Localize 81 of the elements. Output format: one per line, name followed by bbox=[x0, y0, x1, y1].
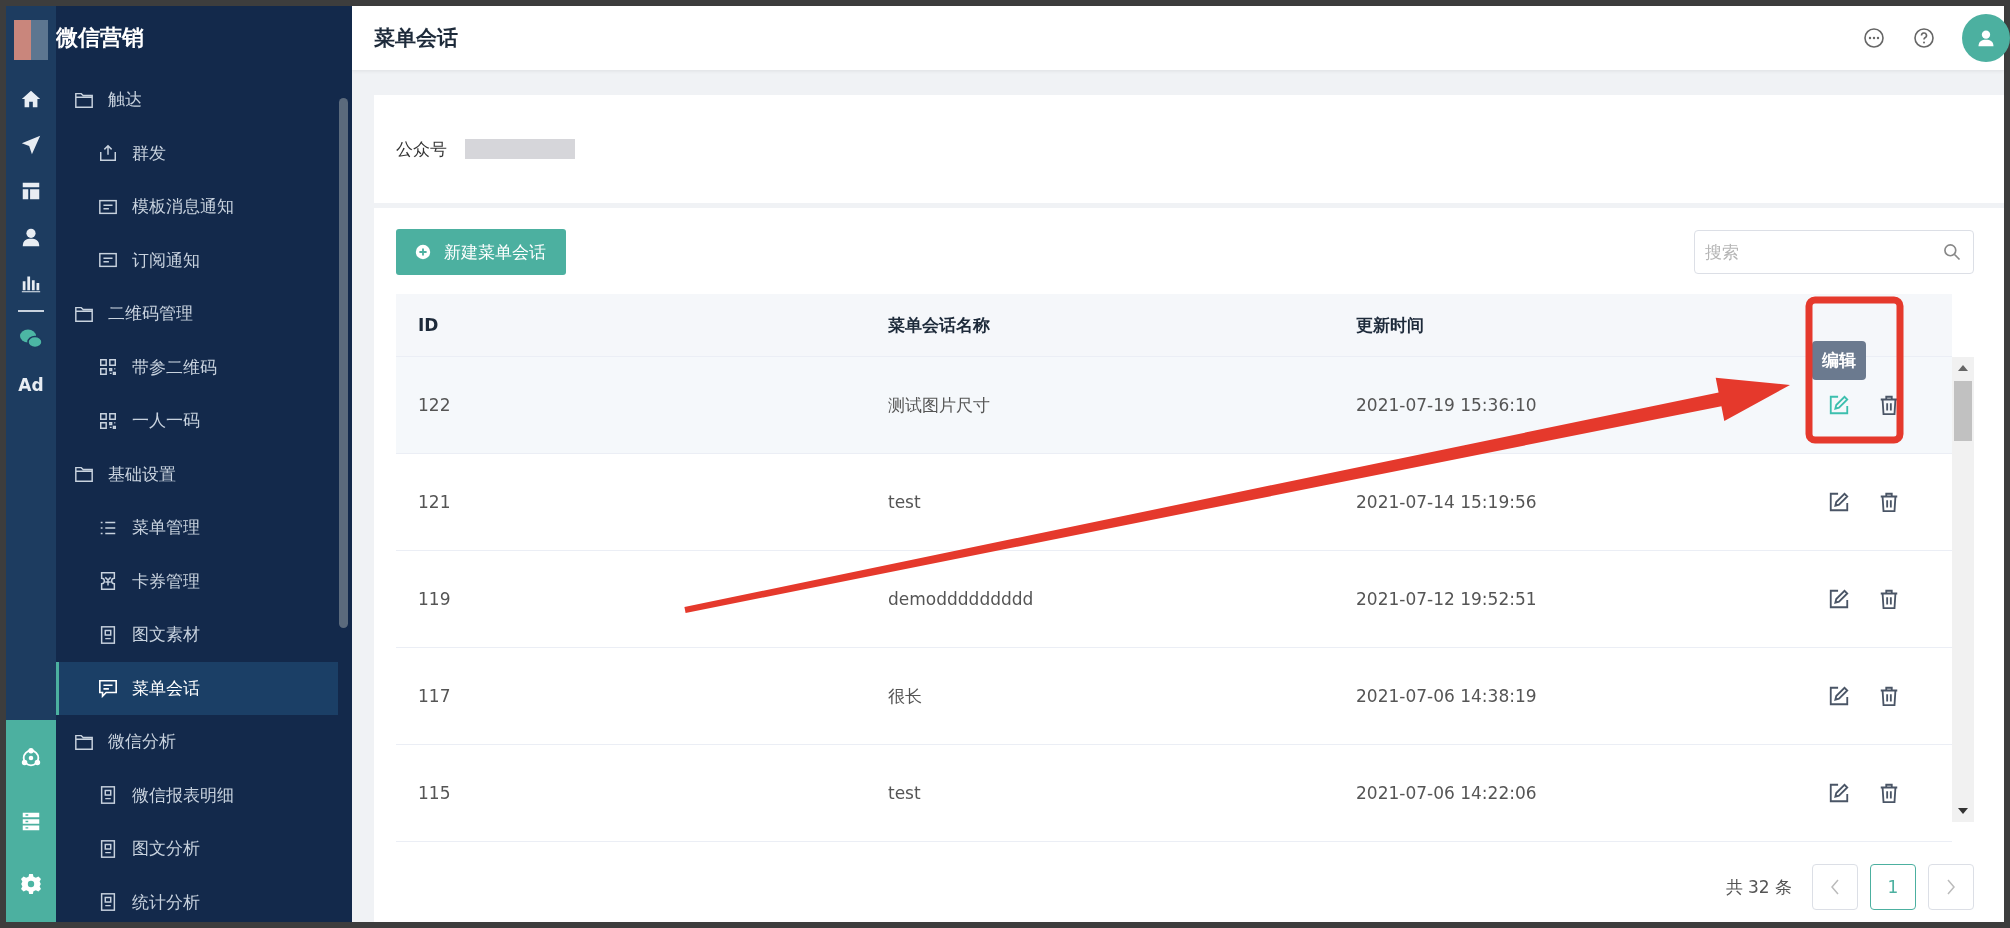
menu-item[interactable]: 图文素材 bbox=[56, 608, 338, 662]
scroll-up-icon[interactable] bbox=[1958, 365, 1968, 371]
chevron-left-icon bbox=[1830, 879, 1840, 895]
server-icon[interactable] bbox=[20, 810, 42, 832]
menu-group[interactable]: 二维码管理 bbox=[56, 287, 352, 341]
delete-icon[interactable] bbox=[1878, 685, 1900, 707]
menu-item[interactable]: 菜单管理 bbox=[56, 501, 338, 555]
menu-item[interactable]: 群发 bbox=[56, 126, 338, 180]
search-field[interactable]: 搜索 bbox=[1694, 230, 1974, 274]
delete-icon[interactable] bbox=[1878, 588, 1900, 610]
folder-icon bbox=[74, 464, 94, 485]
coupon-icon bbox=[98, 571, 118, 592]
table-cell-text: 2021-07-19 15:36:10 bbox=[1355, 395, 1538, 415]
chat-bubble-icon[interactable] bbox=[1862, 26, 1886, 50]
table-cell-text: test bbox=[887, 783, 922, 803]
qr-code-icon bbox=[98, 410, 118, 431]
settings-icon[interactable] bbox=[20, 873, 42, 896]
menu-item[interactable]: 微信报表明细 bbox=[56, 768, 338, 822]
user-icon bbox=[1976, 28, 1996, 48]
document-icon bbox=[98, 838, 118, 859]
scrollbar[interactable] bbox=[1952, 357, 1974, 822]
table-cell-text: 117 bbox=[417, 686, 452, 706]
table-cell-text: 测试图片尺寸 bbox=[887, 393, 991, 417]
table-cell-text: 很长 bbox=[887, 684, 923, 708]
table-cell-text: 2021-07-06 14:22:06 bbox=[1355, 783, 1538, 803]
help-icon[interactable] bbox=[1912, 26, 1936, 50]
table-cell-text: 121 bbox=[417, 492, 452, 512]
edit-icon[interactable] bbox=[1828, 491, 1850, 513]
search-icon[interactable] bbox=[1942, 242, 1962, 262]
user-icon[interactable] bbox=[20, 226, 42, 248]
scrollbar-thumb[interactable] bbox=[339, 98, 348, 628]
field-label: 公众号 bbox=[396, 137, 447, 161]
delete-icon[interactable] bbox=[1878, 394, 1900, 416]
home-icon[interactable] bbox=[20, 88, 42, 110]
ad-link[interactable]: Ad bbox=[18, 375, 44, 395]
avatar[interactable] bbox=[1962, 14, 2010, 62]
table-cell-text: 2021-07-06 14:38:19 bbox=[1355, 686, 1538, 706]
menu-item[interactable]: 菜单会话 bbox=[56, 661, 338, 715]
column-header: 菜单会话名称 bbox=[887, 313, 991, 337]
chevron-right-icon bbox=[1946, 879, 1956, 895]
scroll-down-icon[interactable] bbox=[1958, 808, 1968, 814]
menu-item[interactable]: 卡券管理 bbox=[56, 554, 338, 608]
upload-icon bbox=[98, 143, 118, 164]
edit-icon[interactable] bbox=[1828, 782, 1850, 804]
send-icon[interactable] bbox=[20, 134, 42, 156]
menu-item[interactable]: 订阅通知 bbox=[56, 233, 338, 287]
table-cell-text: test bbox=[887, 492, 922, 512]
document-icon bbox=[98, 624, 118, 645]
menu-item[interactable]: 统计分析 bbox=[56, 875, 338, 922]
layout-icon[interactable] bbox=[20, 180, 42, 202]
column-header: ID bbox=[417, 315, 440, 335]
share-icon[interactable] bbox=[20, 746, 42, 769]
delete-icon[interactable] bbox=[1878, 491, 1900, 513]
menu-group[interactable]: 基础设置 bbox=[56, 447, 352, 501]
document-icon bbox=[98, 892, 118, 913]
qr-code-icon bbox=[98, 357, 118, 378]
table-cell-text: 115 bbox=[417, 783, 452, 803]
tooltip: 编辑 bbox=[1812, 341, 1866, 380]
edit-icon[interactable] bbox=[1828, 685, 1850, 707]
page-title: 菜单会话 bbox=[374, 25, 458, 52]
menu-item[interactable]: 模板消息通知 bbox=[56, 180, 338, 234]
total-count: 共 32 条 bbox=[1725, 875, 1792, 899]
menu-item[interactable]: 图文分析 bbox=[56, 822, 338, 876]
column-header: 更新时间 bbox=[1355, 313, 1425, 337]
table-cell-text: 122 bbox=[417, 395, 452, 415]
table-cell-text: 119 bbox=[417, 589, 452, 609]
menu-group[interactable]: 微信分析 bbox=[56, 715, 352, 769]
table-cell-text: demoddddddddd bbox=[887, 589, 1035, 609]
edit-icon[interactable] bbox=[1828, 588, 1850, 610]
delete-icon[interactable] bbox=[1878, 782, 1900, 804]
app-title: 微信营销 bbox=[56, 24, 145, 52]
plus-circle-icon bbox=[414, 243, 432, 261]
menu-item[interactable]: 一人一码 bbox=[56, 394, 338, 448]
scrollbar-thumb[interactable] bbox=[1954, 381, 1972, 441]
menu-group[interactable]: 触达 bbox=[56, 73, 352, 127]
logo-placeholder bbox=[14, 20, 48, 60]
menu-item[interactable]: 带参二维码 bbox=[56, 340, 338, 394]
table-cell-text: 2021-07-12 19:52:51 bbox=[1355, 589, 1538, 609]
table-cell-text: 2021-07-14 15:19:56 bbox=[1355, 492, 1538, 512]
chat-icon bbox=[98, 678, 118, 699]
document-icon bbox=[98, 785, 118, 806]
